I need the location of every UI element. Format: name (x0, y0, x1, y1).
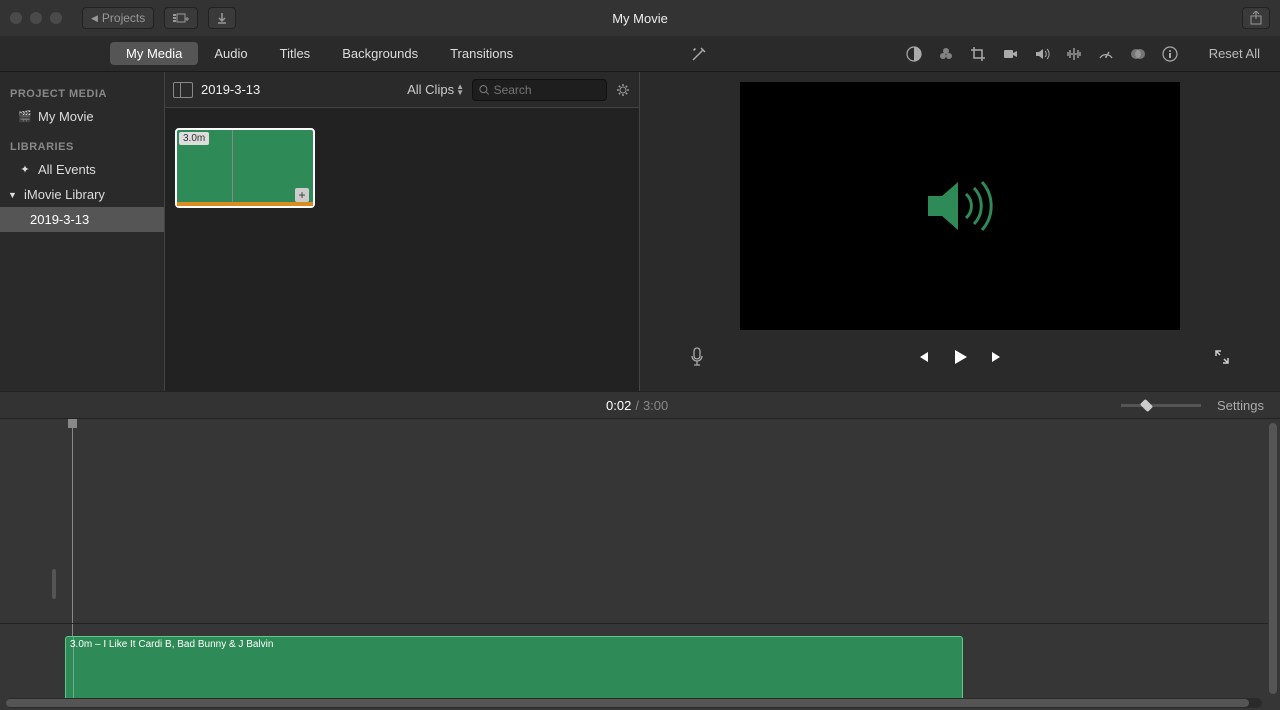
fullscreen-button[interactable] (1214, 349, 1230, 365)
horizontal-scrollbar[interactable] (6, 698, 1262, 708)
vertical-scrollbar[interactable] (1268, 423, 1278, 694)
zoom-slider[interactable] (1121, 404, 1201, 407)
play-button[interactable] (951, 348, 969, 366)
volume-icon[interactable] (1033, 45, 1051, 63)
sidebar-heading-project-media: PROJECT MEDIA (0, 84, 164, 104)
noise-reduction-icon[interactable] (1065, 45, 1083, 63)
download-button[interactable] (208, 7, 236, 29)
add-to-timeline-icon[interactable]: + (295, 188, 309, 202)
speaker-icon (920, 174, 1000, 238)
browser-event-name: 2019-3-13 (201, 82, 399, 97)
sidebar-item-label: iMovie Library (24, 187, 105, 202)
clip-filter-icon[interactable] (1129, 45, 1147, 63)
import-media-button[interactable] (164, 7, 198, 29)
crop-icon[interactable] (969, 45, 987, 63)
back-label: Projects (102, 11, 145, 25)
tab-audio[interactable]: Audio (198, 42, 263, 65)
star-icon: ✦ (18, 163, 32, 177)
search-icon (479, 84, 490, 96)
browser-settings-button[interactable] (615, 82, 631, 98)
reset-all-button[interactable]: Reset All (1209, 46, 1260, 61)
tab-backgrounds[interactable]: Backgrounds (326, 42, 434, 65)
media-browser: 2019-3-13 All Clips ▲▼ 3.0m + (165, 72, 640, 391)
clip-skimmer-line (232, 130, 233, 202)
clip-audio-waveform (177, 202, 313, 206)
sidebar-item-imovie-library[interactable]: ▼ iMovie Library (0, 182, 164, 207)
viewer (640, 72, 1280, 391)
clips-filter-label: All Clips (407, 82, 454, 97)
current-time: 0:02 (606, 398, 631, 413)
time-bar: 0:02 / 3:00 Settings (0, 391, 1280, 419)
total-time: 3:00 (643, 398, 668, 413)
back-to-projects-button[interactable]: ◀ Projects (82, 7, 154, 29)
horizontal-scrollbar-thumb[interactable] (6, 699, 1249, 707)
timeline-audio-clip[interactable]: 3.0m – I Like It Cardi B, Bad Bunny & J … (65, 636, 963, 702)
timeline-settings-button[interactable]: Settings (1217, 398, 1264, 413)
tab-row: My Media Audio Titles Backgrounds Transi… (0, 36, 1280, 72)
clip-duration-badge: 3.0m (179, 132, 209, 145)
search-input[interactable] (494, 83, 600, 97)
timeline-track-divider (0, 623, 1268, 624)
speed-icon[interactable] (1097, 45, 1115, 63)
window-controls (10, 12, 62, 24)
sidebar-item-label: All Events (38, 162, 96, 177)
sidebar-item-event-date[interactable]: 2019-3-13 (0, 207, 164, 232)
color-correction-icon[interactable] (937, 45, 955, 63)
browser-header: 2019-3-13 All Clips ▲▼ (165, 72, 639, 108)
disclosure-triangle-icon[interactable]: ▼ (8, 190, 18, 200)
enhance-wand-icon[interactable] (690, 45, 708, 63)
clips-area: 3.0m + (165, 108, 639, 228)
color-balance-icon[interactable] (905, 45, 923, 63)
clapperboard-icon: 🎬 (18, 110, 32, 124)
previous-button[interactable] (915, 349, 931, 365)
sidebar-item-label: My Movie (38, 109, 94, 124)
sidebar: PROJECT MEDIA 🎬 My Movie LIBRARIES ✦ All… (0, 72, 165, 391)
next-button[interactable] (989, 349, 1005, 365)
sidebar-item-all-events[interactable]: ✦ All Events (0, 157, 164, 182)
search-input-container (472, 79, 607, 101)
zoom-slider-thumb[interactable] (1140, 398, 1153, 411)
timeline[interactable]: 3.0m – I Like It Cardi B, Bad Bunny & J … (0, 419, 1280, 710)
close-window-icon[interactable] (10, 12, 22, 24)
minimize-window-icon[interactable] (30, 12, 42, 24)
list-view-toggle-icon[interactable] (173, 82, 193, 98)
tab-transitions[interactable]: Transitions (434, 42, 529, 65)
share-button[interactable] (1242, 7, 1270, 29)
chevron-left-icon: ◀ (91, 13, 98, 24)
sidebar-item-label: 2019-3-13 (30, 212, 89, 227)
info-icon[interactable] (1161, 45, 1179, 63)
sidebar-heading-libraries: LIBRARIES (0, 137, 164, 157)
tab-titles[interactable]: Titles (264, 42, 327, 65)
viewer-canvas[interactable] (740, 82, 1180, 330)
audio-clip-label: 3.0m – I Like It Cardi B, Bad Bunny & J … (70, 639, 273, 650)
stabilization-icon[interactable] (1001, 45, 1019, 63)
media-clip-thumbnail[interactable]: 3.0m + (175, 128, 315, 208)
time-separator: / (635, 398, 639, 413)
window-title: My Movie (612, 11, 668, 26)
viewer-controls (690, 342, 1230, 372)
clips-filter-dropdown[interactable]: All Clips ▲▼ (407, 82, 464, 97)
audio-clip-playhead-line (73, 637, 74, 701)
zoom-window-icon[interactable] (50, 12, 62, 24)
tab-my-media[interactable]: My Media (110, 42, 198, 65)
timeline-marker[interactable] (52, 569, 56, 599)
updown-chevron-icon: ▲▼ (456, 84, 464, 96)
sidebar-item-my-movie[interactable]: 🎬 My Movie (0, 104, 164, 129)
titlebar: ◀ Projects My Movie (0, 0, 1280, 36)
voiceover-mic-icon[interactable] (690, 347, 704, 367)
vertical-scrollbar-thumb[interactable] (1269, 423, 1277, 694)
